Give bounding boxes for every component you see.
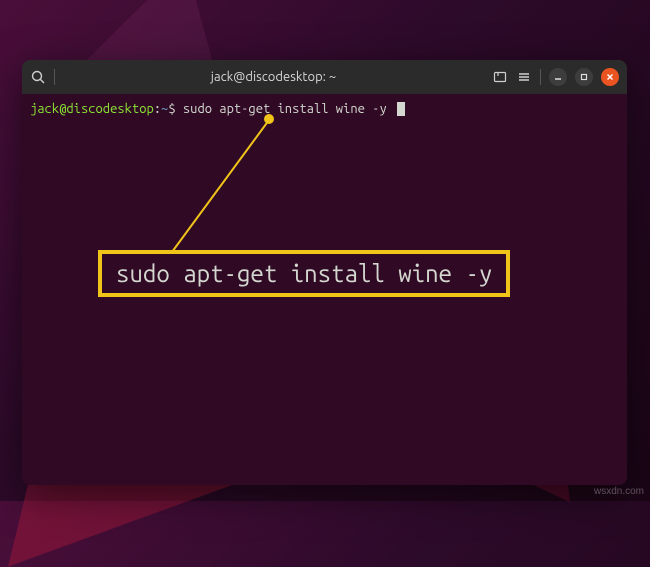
search-icon[interactable] [30,69,46,85]
command-text: sudo apt-get install wine -y [176,102,394,116]
maximize-button[interactable] [575,68,593,86]
prompt-user: jack@discodesktop [30,102,154,116]
titlebar: jack@discodesktop: ~ [22,60,627,94]
callout-box: sudo apt-get install wine -y [98,250,510,297]
prompt-separator: : [154,102,161,116]
titlebar-divider [54,69,55,85]
titlebar-divider [540,69,541,85]
terminal-cursor [397,102,405,116]
prompt-symbol: $ [168,102,175,116]
hamburger-menu-icon[interactable] [516,69,532,85]
callout-dot [264,114,274,124]
watermark: wsxdn.com [594,486,644,497]
window-title: jack@discodesktop: ~ [61,70,486,84]
callout-text: sudo apt-get install wine -y [116,260,492,287]
new-tab-icon[interactable] [492,69,508,85]
minimize-button[interactable] [549,68,567,86]
close-button[interactable] [601,68,619,86]
